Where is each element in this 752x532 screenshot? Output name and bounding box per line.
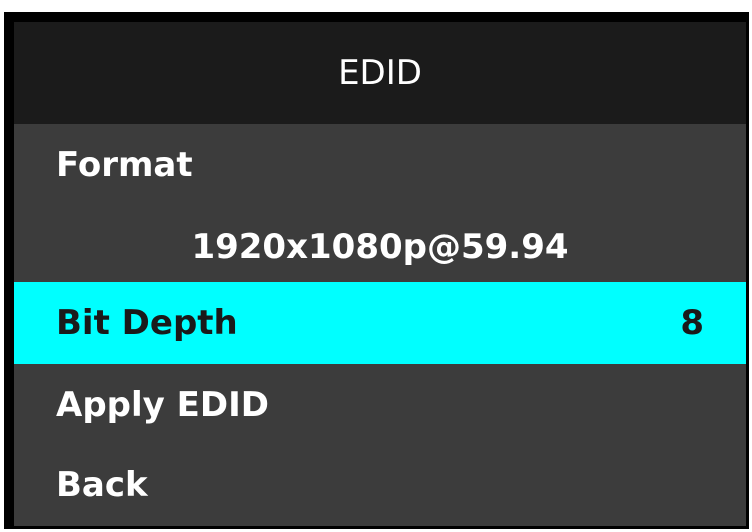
format-value: 1920x1080p@59.94 (191, 227, 569, 267)
bit-depth-label: Bit Depth (56, 303, 238, 343)
format-value-row[interactable]: 1920x1080p@59.94 (14, 206, 746, 288)
back-label: Back (56, 465, 148, 505)
format-label: Format (56, 145, 193, 185)
apply-edid-label: Apply EDID (56, 385, 269, 425)
menu-item-format[interactable]: Format (14, 124, 746, 206)
menu-item-apply-edid[interactable]: Apply EDID (14, 364, 746, 446)
osd-screen: EDID Format 1920x1080p@59.94 Bit Depth 8… (4, 12, 749, 529)
edid-menu: Format 1920x1080p@59.94 Bit Depth 8 Appl… (14, 124, 746, 526)
menu-title: EDID (14, 22, 746, 124)
menu-item-bit-depth[interactable]: Bit Depth 8 (14, 282, 746, 364)
bit-depth-value: 8 (680, 303, 704, 343)
menu-item-back[interactable]: Back (14, 444, 746, 526)
